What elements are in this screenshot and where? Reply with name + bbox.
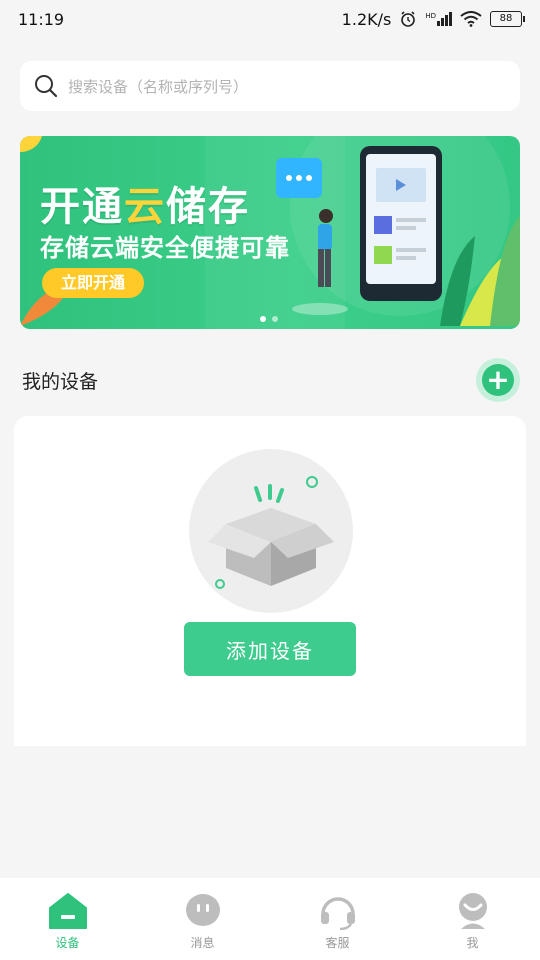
add-device-button[interactable]: 添加设备	[184, 622, 356, 676]
headset-icon	[320, 897, 355, 930]
pager-dot	[272, 316, 278, 322]
tab-label: 设备	[55, 936, 80, 950]
banner-title-highlight: 云	[124, 184, 166, 230]
my-devices-header: 我的设备 +	[22, 358, 520, 402]
banner-title-part2: 储存	[166, 184, 250, 230]
search-bar[interactable]: 搜索设备（名称或序列号）	[20, 61, 520, 111]
promo-banner[interactable]: 开通云储存 存储云端安全便捷可靠 立即开通	[20, 136, 520, 329]
network-speed: 1.2K/s	[341, 9, 392, 29]
home-icon	[48, 893, 87, 929]
signal-badge: HD	[425, 12, 436, 20]
status-bar: 11:19 1.2K/s HD 88	[0, 0, 540, 38]
bottom-tab-bar: 设备 消息 客服 我	[0, 878, 540, 960]
section-title: 我的设备	[22, 370, 99, 393]
profile-icon	[458, 893, 487, 929]
tab-label: 我	[466, 936, 479, 950]
tab-label: 消息	[190, 936, 215, 950]
device-list-empty-card: 添加设备	[14, 416, 526, 746]
search-input[interactable]: 搜索设备（名称或序列号）	[68, 76, 248, 97]
add-device-circle-button[interactable]: +	[476, 358, 520, 402]
tab-support[interactable]: 客服	[298, 892, 378, 951]
banner-title-part1: 开通	[40, 184, 124, 230]
banner-subtitle: 存储云端安全便捷可靠	[40, 234, 290, 262]
banner-title: 开通云储存	[40, 174, 250, 232]
pager-dot	[260, 316, 266, 322]
tab-messages[interactable]: 消息	[163, 892, 243, 951]
status-icons: 1.2K/s HD 88	[341, 9, 525, 29]
search-icon	[35, 75, 58, 98]
plus-icon: +	[482, 364, 514, 396]
message-icon	[185, 894, 220, 926]
empty-box-icon	[189, 449, 353, 613]
alarm-icon	[401, 11, 416, 27]
banner-pager	[260, 316, 278, 322]
status-time: 11:19	[18, 9, 65, 29]
activate-cloud-button[interactable]: 立即开通	[42, 268, 144, 298]
wifi-icon	[460, 11, 482, 27]
signal-icon: HD	[425, 12, 452, 26]
tab-devices[interactable]: 设备	[28, 892, 108, 951]
tab-label: 客服	[325, 936, 350, 950]
battery-indicator: 88	[490, 11, 525, 27]
tab-me[interactable]: 我	[433, 892, 513, 951]
